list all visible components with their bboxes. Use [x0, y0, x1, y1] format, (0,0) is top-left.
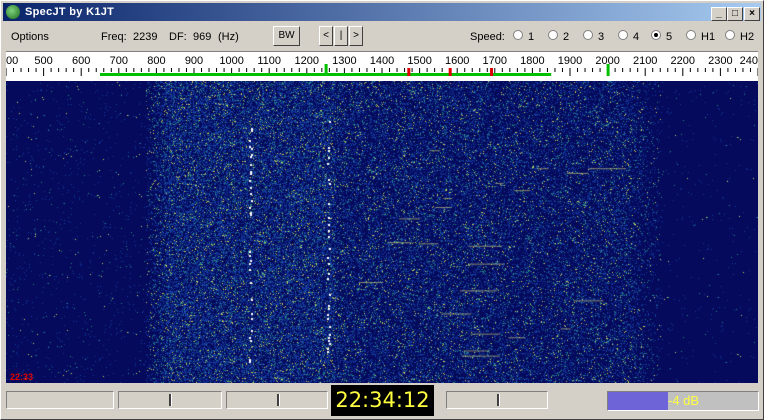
speed-label-h2: H2 [740, 31, 755, 43]
slider-3[interactable] [446, 391, 548, 409]
speed-label-5: 5 [666, 31, 673, 43]
app-window: SpecJT by K1JT _ □ × Options Freq: 2239 … [0, 0, 764, 420]
waterfall-canvas[interactable] [6, 81, 758, 383]
freq-label: Freq: [101, 31, 127, 43]
utc-clock: 22:34:12 [331, 385, 434, 416]
level-readout: -4 dB [668, 393, 700, 408]
waterfall-display[interactable]: 22:33 [6, 81, 758, 383]
speed-radio-h2[interactable] [725, 30, 735, 40]
slider-thumb[interactable] [497, 394, 500, 406]
window-title: SpecJT by K1JT [25, 6, 115, 18]
scale-tick-label: 2200 [671, 55, 695, 67]
slider-thumb[interactable] [277, 394, 280, 406]
scale-tick-label: 1800 [520, 55, 544, 67]
green-marker [606, 64, 610, 76]
close-button[interactable]: × [744, 7, 760, 21]
scale-tick-label: 1500 [407, 55, 431, 67]
globe-icon [6, 5, 20, 19]
minimize-button[interactable]: _ [711, 7, 727, 21]
title-bar[interactable]: SpecJT by K1JT _ □ × [3, 3, 761, 21]
center-button[interactable]: | [334, 26, 348, 46]
level-meter-fill [608, 392, 668, 410]
speed-label-2: 2 [563, 31, 570, 43]
speed-label-3: 3 [598, 31, 605, 43]
scale-tick-label: 900 [185, 55, 203, 67]
df-label: DF: [169, 31, 187, 43]
maximize-icon: □ [731, 8, 739, 19]
next-button[interactable]: > [349, 26, 363, 46]
df-value: 969 [193, 31, 212, 43]
bw-button[interactable]: BW [273, 26, 300, 46]
slider-thumb[interactable] [169, 394, 172, 406]
scale-tick-label: 1700 [483, 55, 507, 67]
slider-1[interactable] [118, 391, 222, 409]
scale-tick-label: 1400 [370, 55, 394, 67]
minimize-icon: _ [716, 8, 722, 19]
speed-label-1: 1 [528, 31, 535, 43]
level-meter: -4 dB [607, 391, 759, 411]
scale-tick-label: 240 [740, 55, 758, 67]
scale-tick-label: 1300 [332, 55, 356, 67]
close-icon: × [749, 8, 755, 19]
prev-button[interactable]: < [319, 26, 333, 46]
scale-tick-label: 1000 [219, 55, 243, 67]
scale-tick-label: 600 [72, 55, 90, 67]
red-marker [490, 68, 494, 76]
speed-label: Speed: [470, 31, 505, 43]
speed-radio-4[interactable] [618, 30, 628, 40]
green-marker [324, 64, 328, 76]
status-bar: 22:34:12 -4 dB [3, 385, 761, 417]
scale-tick-label: 2100 [633, 55, 657, 67]
speed-label-4: 4 [633, 31, 640, 43]
speed-radio-1[interactable] [513, 30, 523, 40]
speed-label-h1: H1 [701, 31, 716, 43]
scale-tick-label: 1900 [558, 55, 582, 67]
speed-radio-5[interactable] [651, 30, 661, 40]
scale-tick-label: 1100 [257, 55, 281, 67]
frequency-scale[interactable]: 00 500 600 700 800 900 1000 1100 1200 1300 1400 150… [6, 51, 758, 82]
red-marker [448, 68, 452, 76]
options-menu[interactable]: Options [11, 31, 49, 43]
speed-radio-3[interactable] [583, 30, 593, 40]
scale-tick-label: 700 [110, 55, 128, 67]
waterfall-timestamp: 22:33 [10, 372, 34, 382]
scale-tick-label: 800 [147, 55, 165, 67]
scale-tick-label: 1600 [445, 55, 469, 67]
slider-2[interactable] [226, 391, 328, 409]
freq-value: 2239 [133, 31, 158, 43]
scale-tick-label: 2300 [708, 55, 732, 67]
scale-tick-label: 500 [34, 55, 52, 67]
scale-tick-label: 00 [6, 55, 18, 67]
df-unit: (Hz) [218, 31, 239, 43]
red-marker [407, 68, 411, 76]
status-panel-1 [6, 391, 114, 409]
scale-tick-label: 1200 [295, 55, 319, 67]
maximize-button[interactable]: □ [727, 7, 743, 21]
frequency-scale-graphic: 00 500 600 700 800 900 1000 1100 1200 1300 1400 150… [6, 55, 758, 76]
speed-radio-2[interactable] [548, 30, 558, 40]
toolbar: Options Freq: 2239 DF: 969 (Hz) BW < | >… [3, 23, 761, 49]
speed-radio-h1[interactable] [686, 30, 696, 40]
